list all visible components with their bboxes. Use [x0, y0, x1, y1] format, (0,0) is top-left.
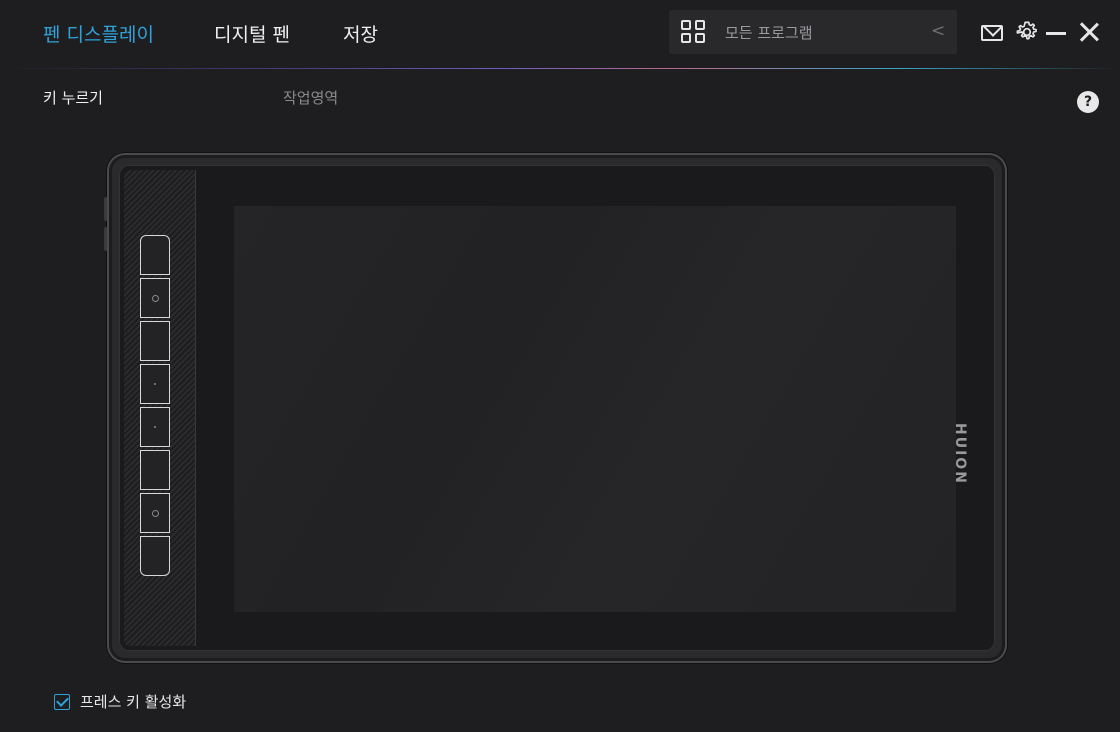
- express-key-1[interactable]: [140, 235, 170, 275]
- minimize-icon[interactable]: [1046, 32, 1066, 35]
- tab-digital-pen[interactable]: 디지털 펜: [214, 20, 290, 47]
- grid-icon: [681, 20, 707, 44]
- tab-save[interactable]: 저장: [343, 20, 378, 47]
- top-bar: 펜 디스플레이 디지털 펜 저장 모든 프로그램 <: [0, 0, 1120, 68]
- express-key-2[interactable]: [140, 278, 170, 318]
- mail-icon[interactable]: [981, 25, 1003, 41]
- tablet-side-button: [104, 197, 107, 221]
- express-key-5[interactable]: [140, 407, 170, 447]
- program-selector[interactable]: 모든 프로그램 <: [669, 10, 957, 54]
- gear-icon[interactable]: [1016, 21, 1038, 43]
- tablet-screen: [234, 206, 956, 612]
- key-marker-icon: [152, 510, 159, 517]
- checkbox-checked-icon[interactable]: [54, 694, 70, 710]
- tablet-illustration: HUION: [104, 153, 1007, 663]
- express-key-4[interactable]: [140, 364, 170, 404]
- program-selector-value: 모든 프로그램: [725, 24, 813, 42]
- key-marker-icon: [154, 426, 156, 428]
- brand-logo: HUION: [952, 423, 968, 485]
- subtab-work-area[interactable]: 작업영역: [283, 87, 338, 108]
- help-button[interactable]: ?: [1077, 91, 1099, 113]
- key-marker-icon: [152, 295, 159, 302]
- enable-express-keys-label: 프레스 키 활성화: [80, 693, 187, 711]
- tablet-bezel: HUION: [119, 165, 995, 651]
- express-key-8[interactable]: [140, 536, 170, 576]
- express-key-7[interactable]: [140, 493, 170, 533]
- header-divider: [0, 68, 1120, 69]
- express-key-3[interactable]: [140, 321, 170, 361]
- tab-pen-display[interactable]: 펜 디스플레이: [43, 20, 154, 47]
- tablet-side-button: [104, 227, 107, 251]
- app-window: 펜 디스플레이 디지털 펜 저장 모든 프로그램 < 키 누르기 작업영역 ?: [0, 0, 1120, 732]
- key-marker-icon: [154, 383, 156, 385]
- close-icon[interactable]: [1078, 21, 1100, 43]
- chevron-left-icon[interactable]: <: [931, 21, 945, 41]
- subtab-key-press[interactable]: 키 누르기: [43, 87, 103, 108]
- express-key-6[interactable]: [140, 450, 170, 490]
